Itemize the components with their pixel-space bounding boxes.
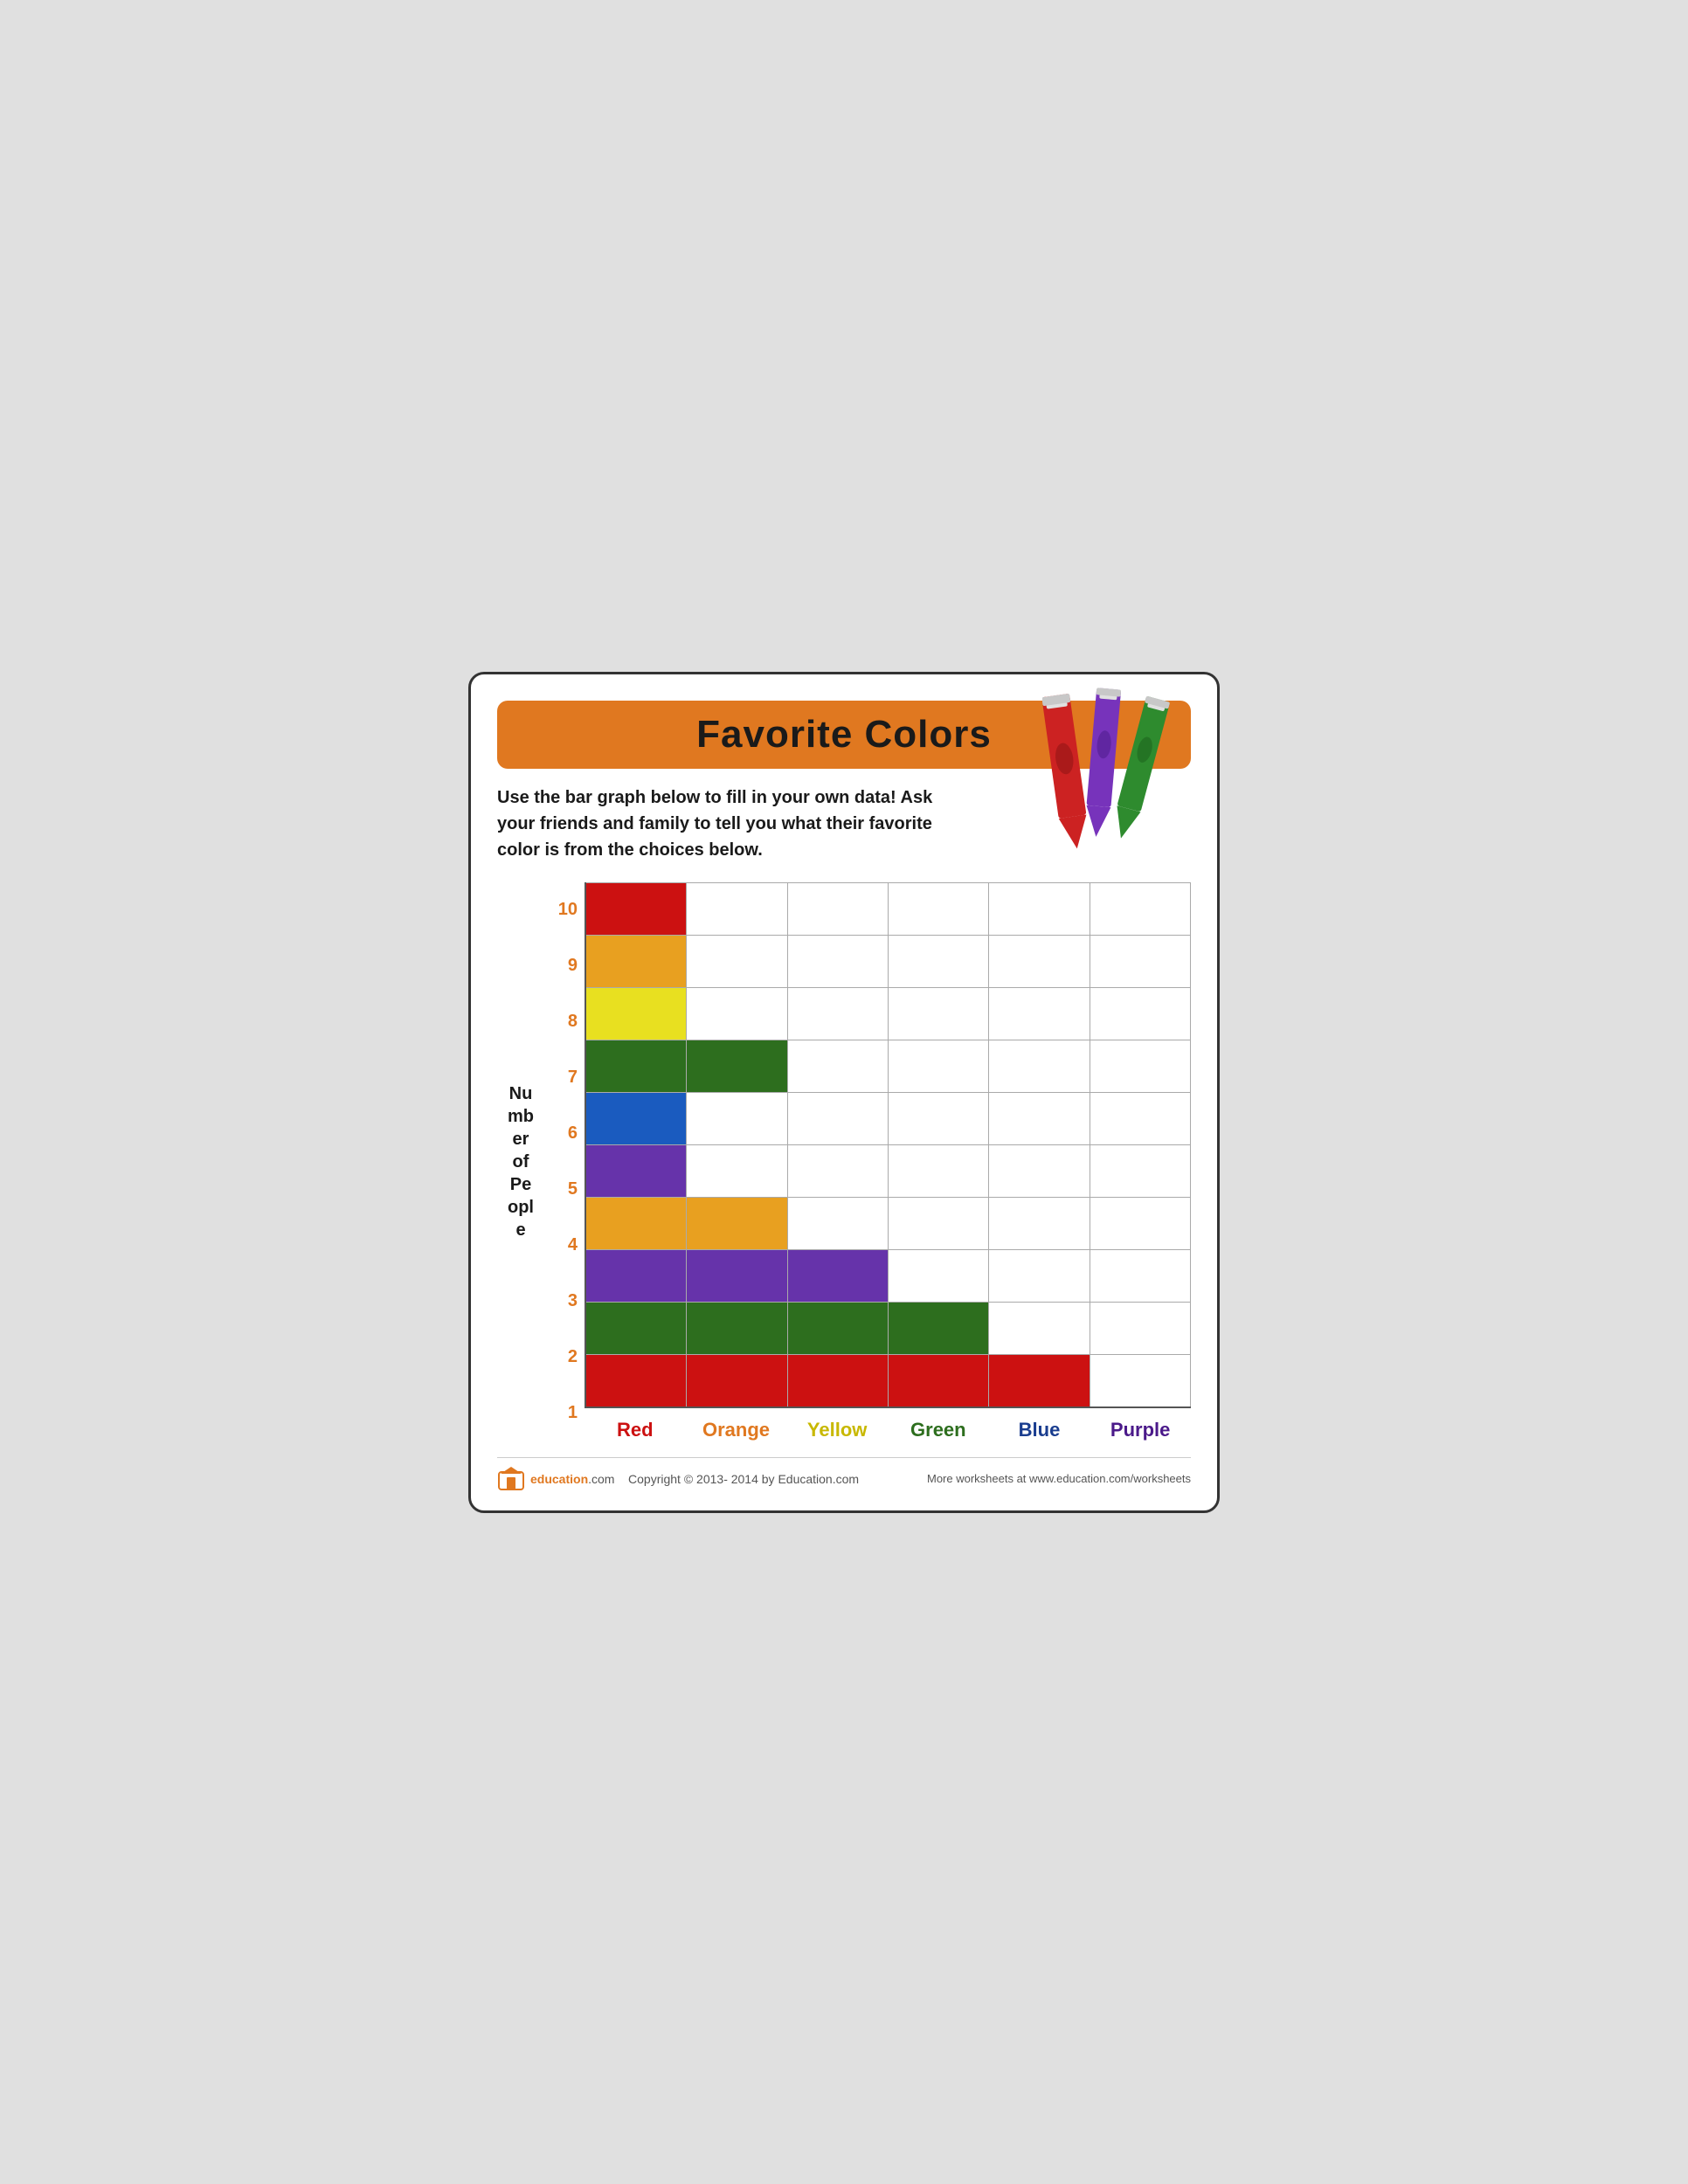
cell-row5-col3 xyxy=(788,1144,889,1197)
y-num-7: 7 xyxy=(568,1052,578,1104)
cell-row2-col5 xyxy=(989,1302,1090,1354)
cell-row6-col6 xyxy=(1090,1092,1191,1144)
cell-row3-col1 xyxy=(586,1249,687,1302)
cell-row7-col2 xyxy=(687,1040,787,1092)
x-label-yellow: Yellow xyxy=(786,1415,888,1441)
cell-row1-col1 xyxy=(586,1354,687,1406)
cell-row7-col5 xyxy=(989,1040,1090,1092)
cell-row4-col1 xyxy=(586,1197,687,1249)
cell-row8-col2 xyxy=(687,987,787,1040)
cell-row2-col6 xyxy=(1090,1302,1191,1354)
cell-row9-col4 xyxy=(889,935,989,987)
y-num-8: 8 xyxy=(568,996,578,1048)
y-num-1: 1 xyxy=(568,1387,578,1440)
cell-row7-col3 xyxy=(788,1040,889,1092)
cell-row1-col3 xyxy=(788,1354,889,1406)
cell-row7-col6 xyxy=(1090,1040,1191,1092)
cell-row6-col1 xyxy=(586,1092,687,1144)
cell-row1-col4 xyxy=(889,1354,989,1406)
cell-row10-col5 xyxy=(989,882,1090,935)
y-axis-label: NumberofPeople xyxy=(497,882,550,1441)
page-footer: education.com Copyright © 2013- 2014 by … xyxy=(497,1457,1191,1493)
cell-row3-col3 xyxy=(788,1249,889,1302)
y-num-9: 9 xyxy=(568,940,578,992)
y-num-6: 6 xyxy=(568,1108,578,1160)
cell-row10-col4 xyxy=(889,882,989,935)
cell-row3-col2 xyxy=(687,1249,787,1302)
cell-row6-col4 xyxy=(889,1092,989,1144)
cell-row5-col5 xyxy=(989,1144,1090,1197)
cell-row4-col5 xyxy=(989,1197,1090,1249)
cell-row3-col4 xyxy=(889,1249,989,1302)
cell-row1-col2 xyxy=(687,1354,787,1406)
cell-row6-col5 xyxy=(989,1092,1090,1144)
bar-chart-grid xyxy=(585,882,1191,1408)
cell-row5-col1 xyxy=(586,1144,687,1197)
worksheet-page: Favorite Colors xyxy=(468,672,1220,1513)
x-label-orange: Orange xyxy=(686,1415,787,1441)
cell-row2-col4 xyxy=(889,1302,989,1354)
crayons-illustration xyxy=(1042,674,1200,849)
cell-row9-col1 xyxy=(586,935,687,987)
cell-row3-col6 xyxy=(1090,1249,1191,1302)
cell-row2-col2 xyxy=(687,1302,787,1354)
footer-logo-text: education.com Copyright © 2013- 2014 by … xyxy=(530,1472,859,1486)
cell-row1-col5 xyxy=(989,1354,1090,1406)
cell-row10-col3 xyxy=(788,882,889,935)
cell-row10-col2 xyxy=(687,882,787,935)
cell-row7-col4 xyxy=(889,1040,989,1092)
cell-row5-col2 xyxy=(687,1144,787,1197)
cell-row9-col3 xyxy=(788,935,889,987)
cell-row2-col1 xyxy=(586,1302,687,1354)
cell-row4-col2 xyxy=(687,1197,787,1249)
x-label-red: Red xyxy=(585,1415,686,1441)
cell-row8-col4 xyxy=(889,987,989,1040)
y-num-3: 3 xyxy=(568,1275,578,1328)
cell-row8-col1 xyxy=(586,987,687,1040)
cell-row6-col2 xyxy=(687,1092,787,1144)
cell-row8-col6 xyxy=(1090,987,1191,1040)
cell-row8-col5 xyxy=(989,987,1090,1040)
cell-row5-col4 xyxy=(889,1144,989,1197)
cell-row4-col6 xyxy=(1090,1197,1191,1249)
x-axis-labels: Red Orange Yellow Green Blue Purple xyxy=(585,1415,1191,1441)
y-num-4: 4 xyxy=(568,1220,578,1272)
cell-row10-col6 xyxy=(1090,882,1191,935)
cell-row10-col1 xyxy=(586,882,687,935)
x-label-green: Green xyxy=(888,1415,989,1441)
chart-area: NumberofPeople 1 2 3 4 5 6 7 8 9 10 Red … xyxy=(497,882,1191,1441)
x-label-blue: Blue xyxy=(989,1415,1090,1441)
cell-row1-col6 xyxy=(1090,1354,1191,1406)
footer-more-text: More worksheets at www.education.com/wor… xyxy=(927,1472,1191,1485)
page-title: Favorite Colors xyxy=(696,713,992,756)
cell-row4-col3 xyxy=(788,1197,889,1249)
cell-row4-col4 xyxy=(889,1197,989,1249)
footer-copyright: Copyright © 2013- 2014 by Education.com xyxy=(628,1472,859,1486)
cell-row9-col2 xyxy=(687,935,787,987)
education-logo-icon xyxy=(497,1465,525,1493)
title-bar: Favorite Colors xyxy=(497,701,1191,769)
cell-row7-col1 xyxy=(586,1040,687,1092)
cell-row8-col3 xyxy=(788,987,889,1040)
x-label-purple: Purple xyxy=(1090,1415,1191,1441)
cell-row9-col6 xyxy=(1090,935,1191,987)
cell-row6-col3 xyxy=(788,1092,889,1144)
footer-logo: education.com Copyright © 2013- 2014 by … xyxy=(497,1465,859,1493)
grid-container: Red Orange Yellow Green Blue Purple xyxy=(585,882,1191,1441)
y-axis-numbers: 1 2 3 4 5 6 7 8 9 10 xyxy=(550,882,585,1441)
y-num-10: 10 xyxy=(558,884,578,936)
y-num-5: 5 xyxy=(568,1164,578,1216)
cell-row9-col5 xyxy=(989,935,1090,987)
y-num-2: 2 xyxy=(568,1331,578,1384)
cell-row2-col3 xyxy=(788,1302,889,1354)
cell-row3-col5 xyxy=(989,1249,1090,1302)
instructions-text: Use the bar graph below to fill in your … xyxy=(497,784,960,863)
cell-row5-col6 xyxy=(1090,1144,1191,1197)
